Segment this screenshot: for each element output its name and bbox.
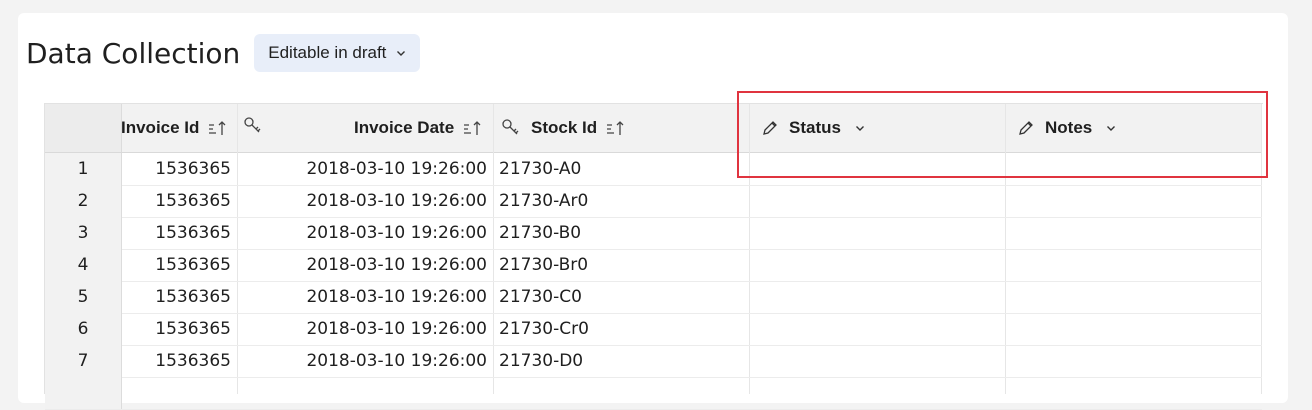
- row-number-header: [45, 104, 122, 152]
- row-number: 3: [45, 217, 122, 249]
- cell-status[interactable]: [749, 153, 1005, 185]
- row-number: 1: [45, 153, 122, 185]
- cell-invoice-date[interactable]: 2018-03-10 19:26:00: [237, 345, 493, 377]
- cell-stock-id[interactable]: 21730-Br0: [493, 249, 749, 281]
- row-number: 7: [45, 345, 122, 377]
- cell-stock-id[interactable]: 21730-C0: [493, 281, 749, 313]
- cell-invoice-id[interactable]: 1536365: [121, 153, 237, 185]
- cell-invoice-date[interactable]: 2018-03-10 19:26:00: [237, 249, 493, 281]
- table-row[interactable]: [45, 377, 1262, 410]
- cell-invoice-date[interactable]: 2018-03-10 19:26:00: [237, 217, 493, 249]
- chevron-down-icon: [397, 51, 406, 56]
- cell-stock-id[interactable]: 21730-Ar0: [493, 185, 749, 217]
- cell-status[interactable]: [749, 345, 1005, 377]
- sort-ascending-icon[interactable]: [462, 119, 484, 137]
- cell-invoice-date[interactable]: 2018-03-10 19:26:00: [237, 281, 493, 313]
- row-number: [45, 377, 122, 409]
- page-title: Data Collection: [26, 36, 241, 70]
- cell-invoice-id[interactable]: 1536365: [121, 185, 237, 217]
- cell-status[interactable]: [749, 249, 1005, 281]
- cell-stock-id[interactable]: 21730-A0: [493, 153, 749, 185]
- column-header-invoice-date[interactable]: Invoice Date: [237, 104, 493, 152]
- chevron-down-icon[interactable]: [855, 123, 865, 133]
- edit-mode-label: Editable in draft: [268, 43, 387, 62]
- key-icon: [244, 117, 261, 133]
- cell-invoice-id[interactable]: 1536365: [121, 217, 237, 249]
- column-label: Invoice Id: [121, 118, 200, 137]
- table-row[interactable]: 1 1536365 2018-03-10 19:26:00 21730-A0: [45, 153, 1262, 186]
- cell-invoice-date[interactable]: 2018-03-10 19:26:00: [237, 153, 493, 185]
- cell-notes[interactable]: [1005, 313, 1261, 345]
- title-row: Data Collection Editable in draft: [26, 34, 421, 72]
- row-number: 2: [45, 185, 122, 217]
- cell-status[interactable]: [749, 281, 1005, 313]
- cell-invoice-date[interactable]: 2018-03-10 19:26:00: [237, 313, 493, 345]
- pencil-icon: [763, 121, 777, 135]
- column-label: Invoice Date: [354, 118, 455, 137]
- row-number: 5: [45, 281, 122, 313]
- cell-invoice-date[interactable]: 2018-03-10 19:26:00: [237, 185, 493, 217]
- cell-invoice-id[interactable]: 1536365: [121, 281, 237, 313]
- cell-stock-id[interactable]: 21730-B0: [493, 217, 749, 249]
- cell-notes[interactable]: [1005, 217, 1261, 249]
- column-header-invoice-id[interactable]: Invoice Id: [121, 104, 237, 152]
- cell-invoice-id[interactable]: 1536365: [121, 313, 237, 345]
- cell-stock-id[interactable]: 21730-Cr0: [493, 313, 749, 345]
- cell-notes[interactable]: [1005, 185, 1261, 217]
- row-number: 4: [45, 249, 122, 281]
- column-header-stock-id[interactable]: Stock Id: [493, 104, 749, 152]
- column-label: Stock Id: [531, 118, 598, 137]
- table-header: Invoice Id Invoice Date Stock Id Status …: [45, 104, 1262, 153]
- edit-mode-dropdown[interactable]: Editable in draft: [254, 34, 421, 72]
- table-row[interactable]: 4 1536365 2018-03-10 19:26:00 21730-Br0: [45, 249, 1262, 282]
- sort-ascending-icon[interactable]: [207, 119, 229, 137]
- table-row[interactable]: 7 1536365 2018-03-10 19:26:00 21730-D0: [45, 345, 1262, 378]
- cell-notes[interactable]: [1005, 345, 1261, 377]
- table-row[interactable]: 2 1536365 2018-03-10 19:26:00 21730-Ar0: [45, 185, 1262, 218]
- chevron-down-icon[interactable]: [1106, 123, 1116, 133]
- key-icon: [502, 119, 519, 135]
- column-header-status[interactable]: Status: [749, 104, 1005, 152]
- data-table: Invoice Id Invoice Date Stock Id Status …: [44, 103, 1263, 410]
- cell-stock-id[interactable]: 21730-D0: [493, 345, 749, 377]
- pencil-icon: [1019, 121, 1033, 135]
- table-row[interactable]: 3 1536365 2018-03-10 19:26:00 21730-B0: [45, 217, 1262, 250]
- cell-status[interactable]: [749, 217, 1005, 249]
- sort-ascending-icon[interactable]: [605, 119, 627, 137]
- cell-notes[interactable]: [1005, 249, 1261, 281]
- cell-invoice-id[interactable]: 1536365: [121, 249, 237, 281]
- table-row[interactable]: 5 1536365 2018-03-10 19:26:00 21730-C0: [45, 281, 1262, 314]
- row-number: 6: [45, 313, 122, 345]
- cell-status[interactable]: [749, 185, 1005, 217]
- cell-notes[interactable]: [1005, 153, 1261, 185]
- cell-status[interactable]: [749, 313, 1005, 345]
- cell-notes[interactable]: [1005, 281, 1261, 313]
- column-label: Notes: [1045, 118, 1093, 137]
- column-label: Status: [789, 118, 841, 137]
- column-header-notes[interactable]: Notes: [1005, 104, 1261, 152]
- cell-invoice-id[interactable]: 1536365: [121, 345, 237, 377]
- table-row[interactable]: 6 1536365 2018-03-10 19:26:00 21730-Cr0: [45, 313, 1262, 346]
